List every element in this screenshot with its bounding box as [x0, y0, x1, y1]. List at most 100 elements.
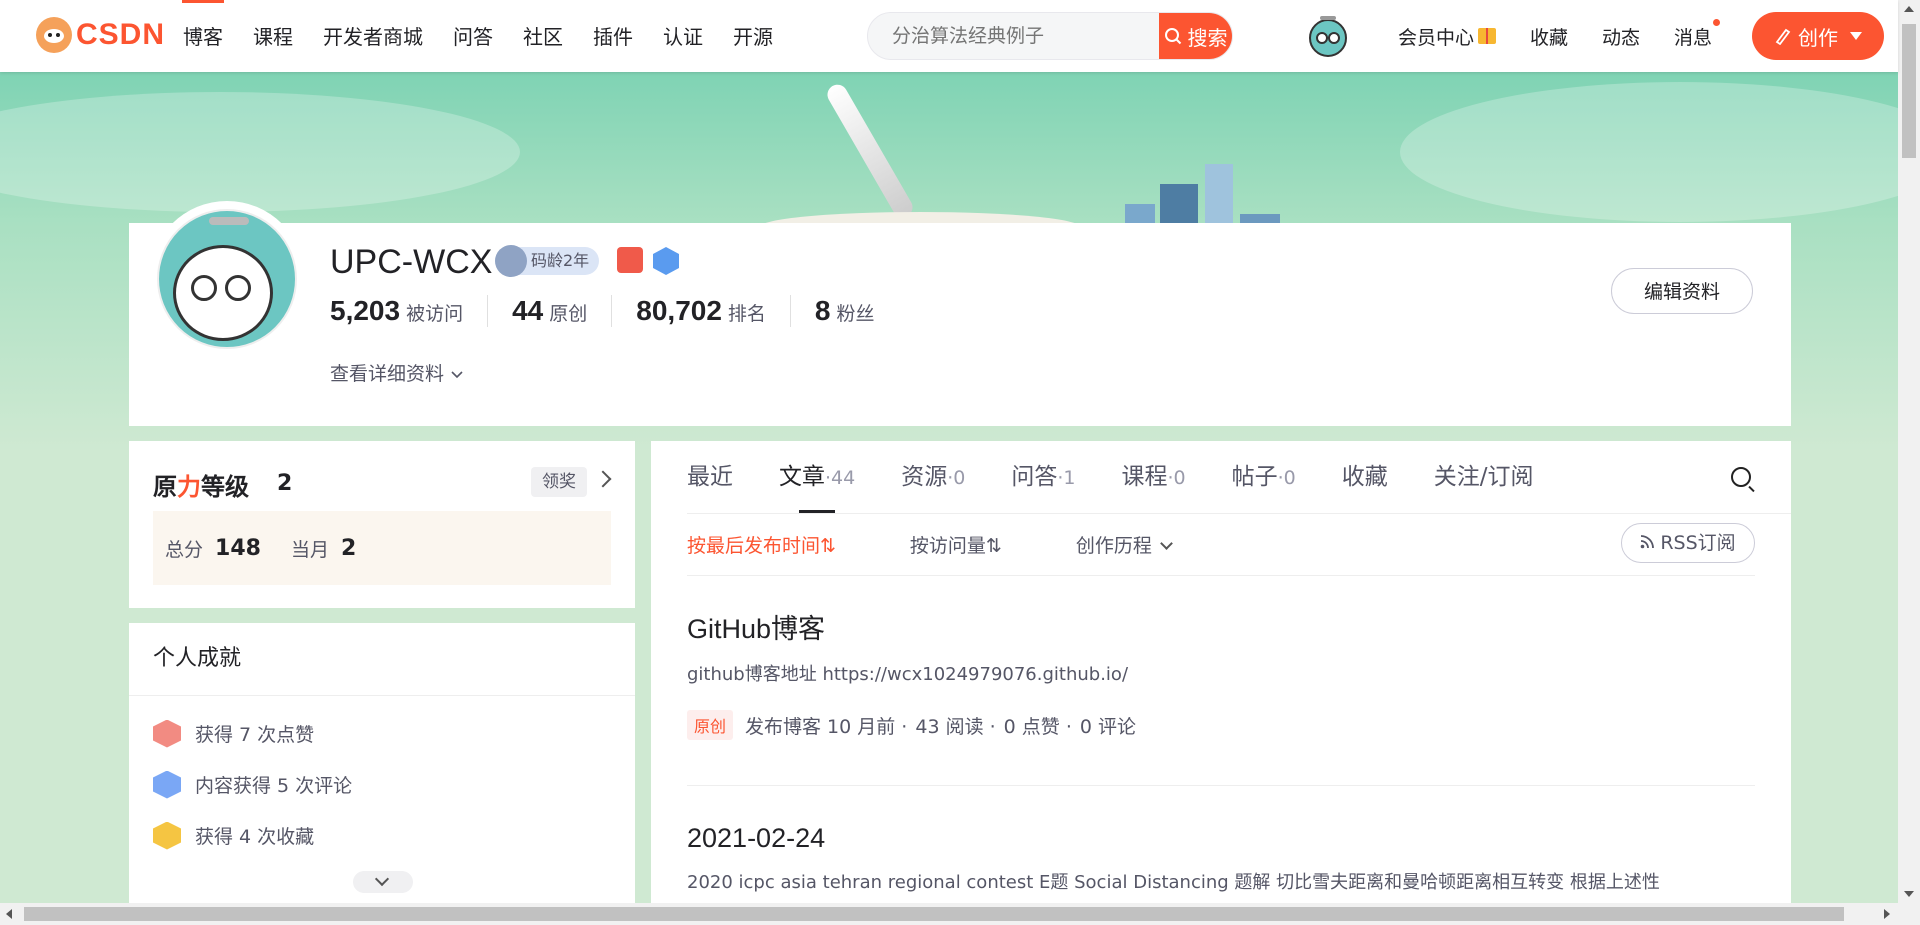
- stat-label: 粉丝: [836, 303, 875, 325]
- expand-achievements-button[interactable]: [353, 871, 413, 893]
- top-nav-bar: CSDN 博客 课程 开发者商城 问答 社区 插件 认证 开源 搜索 会员中心 …: [0, 0, 1898, 72]
- stat-fans[interactable]: 8 粉丝: [815, 295, 899, 327]
- stat-number: 80,702: [636, 295, 722, 326]
- notification-dot: [1713, 18, 1721, 26]
- nav-item-dev-store[interactable]: 开发者商城: [308, 0, 438, 72]
- tab-favorites[interactable]: 收藏: [1342, 441, 1388, 513]
- tab-qa[interactable]: 问答·1: [1011, 441, 1075, 513]
- mascot-icon: [36, 17, 72, 53]
- tab-posts[interactable]: 帖子·0: [1232, 441, 1296, 513]
- blogger-badge-icon[interactable]: [617, 247, 643, 273]
- star-badge-icon: [153, 821, 181, 850]
- stat-number: 5,203: [330, 295, 401, 326]
- search-button[interactable]: 搜索: [1159, 13, 1232, 59]
- caret-down-icon: [1850, 32, 1862, 40]
- search-bar: 搜索: [867, 12, 1233, 60]
- tab-subscriptions[interactable]: 关注/订阅: [1434, 441, 1534, 513]
- sort-by-views[interactable]: 按访问量⇅: [910, 531, 1002, 558]
- create-button[interactable]: 创作: [1752, 12, 1884, 60]
- main-nav: 博客 课程 开发者商城 问答 社区 插件 认证 开源: [168, 0, 788, 72]
- content-search-icon[interactable]: [1731, 467, 1751, 487]
- tab-recent[interactable]: 最近: [687, 441, 733, 513]
- article-reads: 43 阅读 ·: [915, 715, 996, 738]
- vertical-scroll-thumb[interactable]: [1902, 24, 1916, 158]
- view-details-label: 查看详细资料: [330, 363, 445, 385]
- propeller-shape: [209, 217, 249, 225]
- search-input[interactable]: [868, 13, 1159, 59]
- user-avatar[interactable]: [1304, 14, 1352, 58]
- achievements-list: 获得 7 次点赞 内容获得 5 次评论 获得 4 次收藏: [129, 696, 635, 873]
- article-meta: 原创 发布博客 10 月前 · 43 阅读 · 0 点赞 · 0 评论: [687, 710, 1755, 740]
- favorites-link[interactable]: 收藏: [1530, 23, 1568, 50]
- avatar-eye: [191, 275, 217, 301]
- tab-articles[interactable]: 文章·44: [779, 441, 855, 513]
- edit-profile-button[interactable]: 编辑资料: [1611, 268, 1753, 314]
- nav-item-qa[interactable]: 问答: [438, 0, 508, 72]
- stat-original: 44 原创: [512, 295, 613, 327]
- month-score-label: 当月: [290, 538, 329, 561]
- scroll-down-arrow-icon[interactable]: [1904, 891, 1914, 897]
- create-button-label: 创作: [1798, 25, 1838, 50]
- profile-avatar[interactable]: [153, 205, 301, 353]
- view-details-link[interactable]: 查看详细资料: [330, 359, 464, 386]
- quill-illustration: [823, 81, 917, 221]
- scroll-up-arrow-icon[interactable]: [1904, 6, 1914, 12]
- article-title[interactable]: GitHub博客: [687, 607, 1755, 646]
- search-button-label: 搜索: [1187, 25, 1228, 50]
- level-title-b: 力: [177, 473, 201, 501]
- nav-item-courses[interactable]: 课程: [238, 0, 308, 72]
- horizontal-scrollbar[interactable]: [0, 903, 1920, 925]
- achievement-item: 获得 7 次点赞: [153, 708, 611, 759]
- code-age-badge[interactable]: 码龄2年: [495, 245, 600, 277]
- article-item[interactable]: 2021-02-24 2020 icpc asia tehran regiona…: [687, 823, 1755, 894]
- creation-history-dropdown[interactable]: 创作历程: [1076, 531, 1171, 558]
- profile-stats: 5,203 被访问 44 原创 80,702 排名 8 粉丝: [330, 295, 923, 327]
- rss-label: RSS订阅: [1660, 532, 1736, 554]
- messages-link[interactable]: 消息: [1674, 18, 1721, 50]
- stat-label: 原创: [549, 303, 588, 325]
- logo-text: CSDN: [76, 18, 166, 51]
- chevron-down-icon: [451, 371, 463, 379]
- avatar-face: [173, 245, 273, 341]
- claim-reward-button[interactable]: 领奖: [531, 467, 587, 497]
- updates-link[interactable]: 动态: [1602, 23, 1640, 50]
- article-likes: 0 点赞 ·: [1003, 715, 1072, 738]
- chevron-right-icon[interactable]: [594, 470, 612, 488]
- stat-label: 排名: [727, 303, 766, 325]
- total-score-value: 148: [215, 535, 261, 561]
- level-card: 原力等级 2 领奖 总分 148 当月 2: [129, 441, 635, 608]
- horizontal-scroll-thumb[interactable]: [24, 907, 1844, 921]
- nav-item-certification[interactable]: 认证: [648, 0, 718, 72]
- stat-number: 44: [512, 295, 544, 326]
- sort-by-time[interactable]: 按最后发布时间⇅: [687, 531, 836, 558]
- tab-label: 最近: [687, 464, 733, 490]
- stat-number: 8: [814, 295, 831, 326]
- level-title-c: 等级: [201, 473, 249, 501]
- scroll-right-arrow-icon[interactable]: [1884, 909, 1890, 919]
- vertical-scrollbar[interactable]: [1898, 0, 1920, 903]
- tab-courses[interactable]: 课程·0: [1122, 441, 1186, 513]
- article-item[interactable]: GitHub博客 github博客地址 https://wcx102497907…: [687, 607, 1755, 740]
- comment-badge-icon: [153, 770, 181, 799]
- article-published: 发布博客 10 月前 ·: [745, 715, 908, 738]
- scroll-left-arrow-icon[interactable]: [6, 909, 12, 919]
- tab-resources[interactable]: 资源·0: [901, 441, 965, 513]
- pen-icon: [1775, 28, 1791, 45]
- article-title[interactable]: 2021-02-24: [687, 823, 1755, 854]
- stat-label: 被访问: [406, 303, 464, 325]
- csdn-logo[interactable]: CSDN: [36, 16, 165, 54]
- rss-subscribe-button[interactable]: RSS订阅: [1621, 523, 1755, 563]
- nav-item-opensource[interactable]: 开源: [718, 0, 788, 72]
- tab-count: ·1: [1057, 467, 1076, 489]
- tab-label: 问答: [1011, 464, 1058, 490]
- original-tag: 原创: [687, 710, 734, 740]
- tab-label: 收藏: [1341, 464, 1388, 490]
- achievements-title: 个人成就: [129, 623, 635, 696]
- gift-icon: [1478, 28, 1497, 44]
- banner-cloud: [0, 92, 520, 212]
- messages-label: 消息: [1674, 26, 1713, 49]
- nav-item-blog[interactable]: 博客: [168, 0, 238, 72]
- member-center-link[interactable]: 会员中心: [1398, 23, 1497, 50]
- nav-item-plugins[interactable]: 插件: [578, 0, 648, 72]
- nav-item-community[interactable]: 社区: [508, 0, 578, 72]
